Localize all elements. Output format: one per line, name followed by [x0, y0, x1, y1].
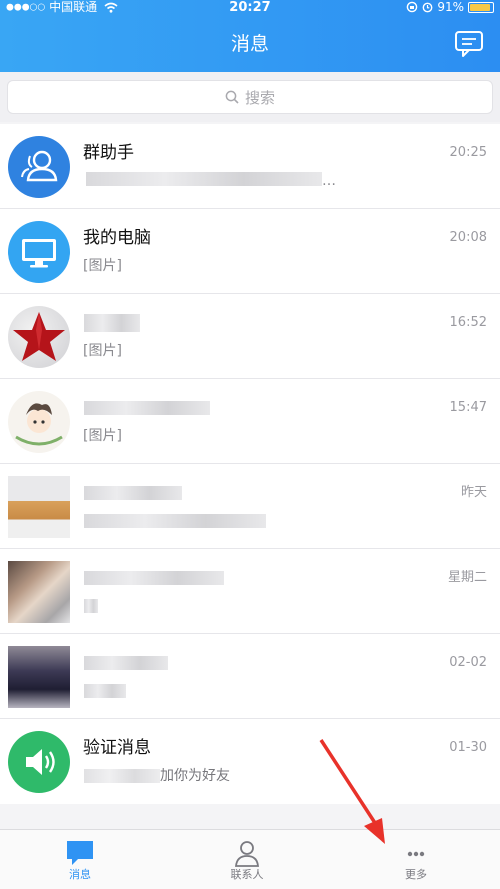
tab-label: 消息	[69, 868, 91, 881]
search-placeholder: 搜索	[244, 88, 275, 107]
battery-percent: 91%	[437, 0, 464, 14]
messages-screen: { "status_bar": { "carrier": "中国联通", "ti…	[0, 0, 500, 889]
blurred-preview	[86, 172, 322, 186]
blurred-preview	[84, 684, 126, 698]
search-input[interactable]: 搜索	[7, 80, 493, 114]
conversation-time: 星期二	[447, 570, 487, 585]
conversation-time: 15:47	[449, 400, 487, 415]
tab-label: 联系人	[230, 868, 264, 881]
conversation-name: 我的电脑	[83, 228, 151, 248]
conversation-row[interactable]: 我的电脑 [图片] 20:08	[0, 209, 500, 294]
blurred-avatar	[8, 561, 70, 623]
conversation-time: 20:25	[449, 145, 487, 160]
status-right: 91%	[406, 0, 494, 14]
tab-label: 更多	[405, 868, 427, 881]
blurred-preview	[84, 514, 266, 528]
conversation-name: 验证消息	[83, 738, 151, 758]
conversation-row[interactable]: 星期二	[0, 549, 500, 634]
tab-messages[interactable]: 消息	[30, 830, 130, 889]
battery-level	[470, 3, 491, 11]
blurred-avatar	[8, 646, 70, 708]
blurred-avatar	[8, 476, 70, 538]
conversation-time: 昨天	[460, 485, 487, 500]
cartoon-avatar	[8, 391, 70, 453]
conversation-row[interactable]: [图片] 15:47	[0, 379, 500, 464]
tab-more[interactable]: 更多	[366, 830, 466, 889]
conversation-row[interactable]: 02-02	[0, 634, 500, 719]
group-helper-icon	[8, 136, 70, 198]
blurred-preview	[84, 599, 98, 613]
status-bar: ●●●○○ 中国联通 20:27 91%	[0, 0, 500, 16]
conversation-time: 16:52	[449, 315, 487, 330]
tab-bar: 消息 联系人 更多	[0, 829, 500, 889]
conversation-preview: [图片]	[83, 258, 122, 274]
nav-header: ●●●○○ 中国联通 20:27 91% 消息	[0, 0, 500, 72]
search-icon	[225, 90, 239, 104]
star-avatar	[8, 306, 70, 368]
conversation-row[interactable]: 验证消息 加你为好友 01-30	[0, 719, 500, 804]
blurred-name	[84, 656, 168, 670]
blurred-name	[84, 486, 182, 500]
blurred-preview	[84, 769, 160, 783]
alarm-icon	[422, 2, 433, 13]
lock-rotation-icon	[407, 1, 418, 13]
speaker-icon	[8, 731, 70, 793]
monitor-icon	[8, 221, 70, 283]
conversation-row[interactable]: [图片] 16:52	[0, 294, 500, 379]
conversation-preview: [图片]	[83, 343, 122, 359]
conversation-preview: [图片]	[83, 428, 122, 444]
conversation-time: 20:08	[449, 230, 487, 245]
chat-bubble-icon	[67, 841, 93, 865]
conversation-time: 02-02	[449, 655, 487, 670]
conversation-preview: 加你为好友	[160, 768, 230, 784]
conversation-preview: …	[322, 173, 336, 189]
search-bar-container: 搜索	[0, 72, 500, 122]
blurred-name	[84, 314, 140, 332]
conversation-name: 群助手	[83, 143, 134, 163]
conversation-row[interactable]: 昨天	[0, 464, 500, 549]
more-icon	[407, 851, 425, 857]
page-title: 消息	[230, 33, 269, 55]
conversation-time: 01-30	[449, 740, 487, 755]
conversation-list: 群助手 … 20:25 我的电脑 [图片] 20:08 [图片] 16:52 […	[0, 124, 500, 804]
tab-contacts[interactable]: 联系人	[197, 830, 297, 889]
blurred-name	[84, 401, 210, 415]
conversation-row[interactable]: 群助手 … 20:25	[0, 124, 500, 209]
chat-compose-icon[interactable]	[454, 30, 486, 58]
blurred-name	[84, 571, 224, 585]
person-icon	[235, 841, 259, 867]
battery-icon	[468, 1, 494, 13]
